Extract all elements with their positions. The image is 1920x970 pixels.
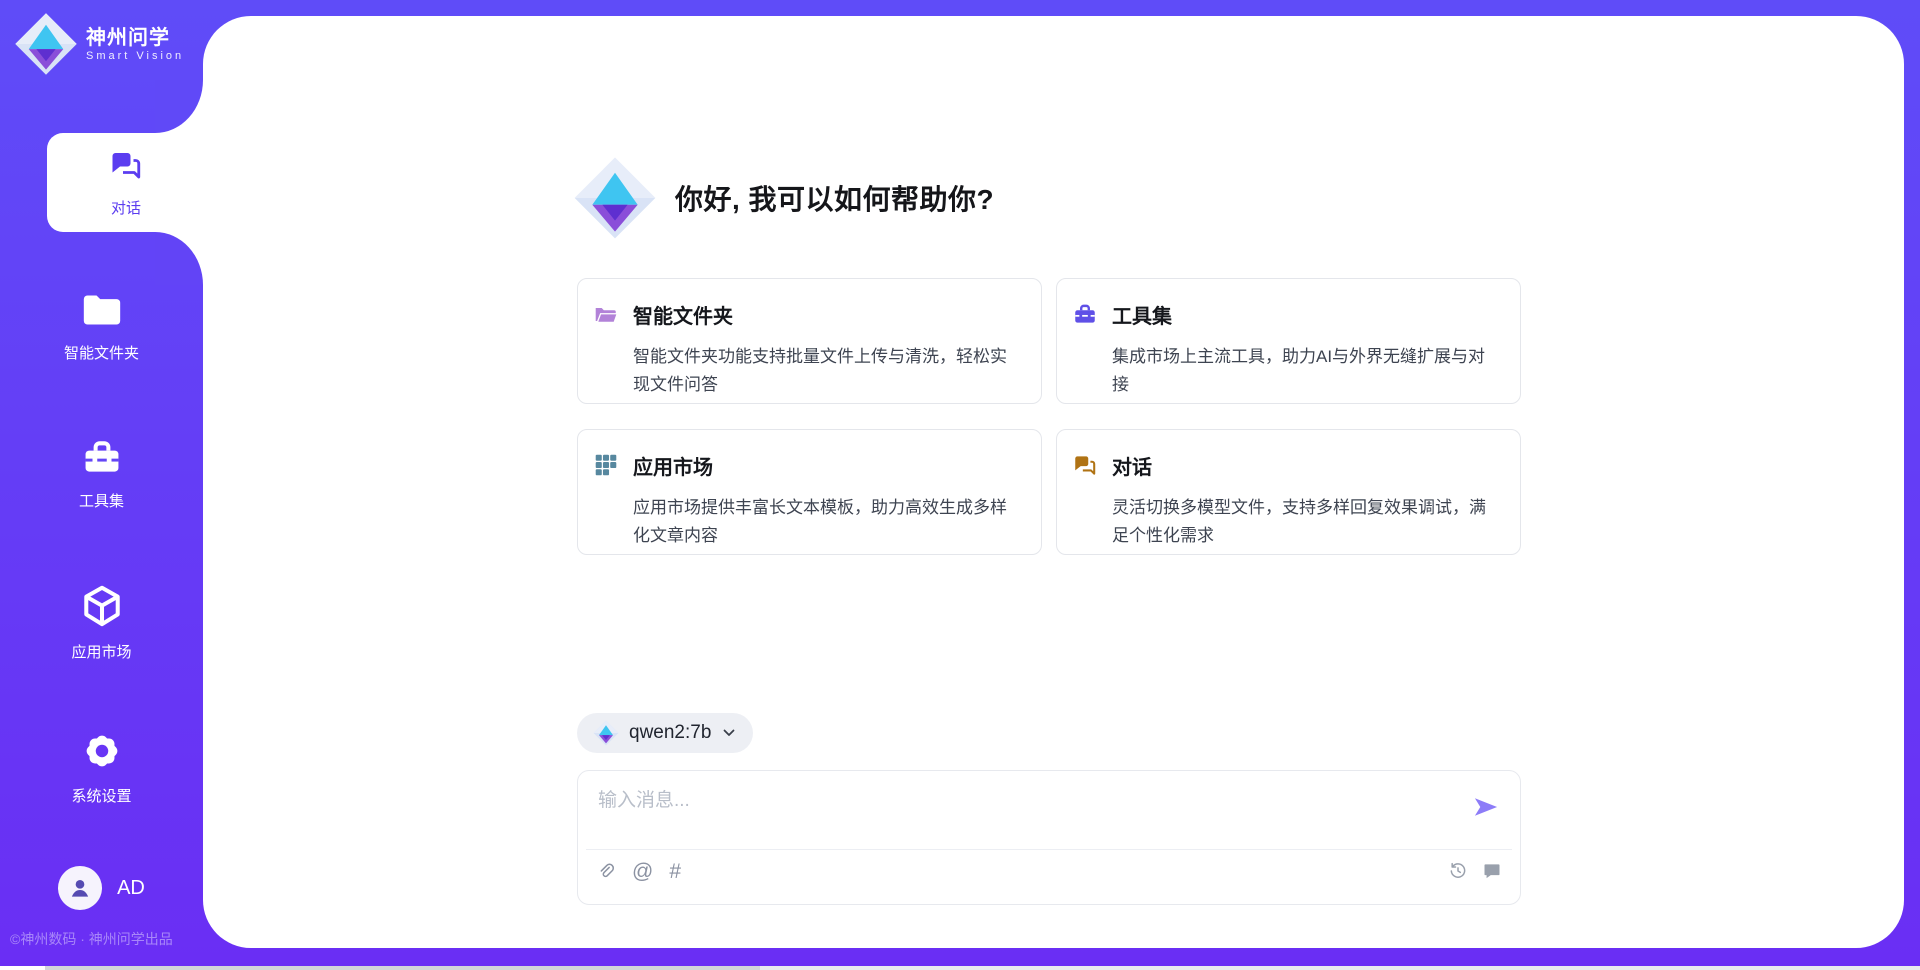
user-account[interactable]: AD <box>0 866 203 910</box>
card-title: 对话 <box>1112 451 1492 480</box>
brand-subtitle: Smart Vision <box>86 50 184 62</box>
greeting-text: 你好, 我可以如何帮助你? <box>675 178 994 218</box>
card-description: 集成市场上主流工具，助力AI与外界无缝扩展与对接 <box>1112 343 1492 404</box>
comment-icon[interactable] <box>1482 861 1502 881</box>
card-description: 智能文件夹功能支持批量文件上传与清洗，轻松实现文件问答 <box>633 343 1013 404</box>
composer-divider <box>586 849 1512 850</box>
screen-bottom-edge <box>0 966 1920 970</box>
brand-diamond-icon <box>14 12 78 76</box>
person-icon <box>67 875 93 901</box>
folder-open-icon <box>593 301 619 327</box>
sidebar-item-label: 系统设置 <box>0 785 203 806</box>
sidebar-item-toolset[interactable]: 工具集 <box>0 436 203 511</box>
composer-tools-left: @ # <box>596 861 681 883</box>
sidebar-item-smart-folder[interactable]: 智能文件夹 <box>0 290 203 363</box>
hashtag-icon[interactable]: # <box>669 861 681 883</box>
brand-title: 神州问学 <box>86 26 184 50</box>
card-title: 智能文件夹 <box>633 300 1013 329</box>
chat-bubbles-icon <box>1072 452 1098 478</box>
toolbox-icon <box>80 436 124 478</box>
chat-bubbles-icon <box>108 147 144 183</box>
chevron-down-icon <box>721 725 737 741</box>
card-app-market[interactable]: 应用市场 应用市场提供丰富长文本模板，助力高效生成多样化文章内容 <box>577 429 1042 555</box>
user-name: AD <box>117 877 145 900</box>
card-chat[interactable]: 对话 灵活切换多模型文件，支持多样回复效果调试，满足个性化需求 <box>1056 429 1521 555</box>
message-composer: @ # <box>577 770 1521 905</box>
feature-cards: 智能文件夹 智能文件夹功能支持批量文件上传与清洗，轻松实现文件问答 工具集 集成… <box>577 278 1521 555</box>
sidebar-item-label: 对话 <box>111 197 141 218</box>
sidebar: 神州问学 Smart Vision 对话 智能文件夹 工具集 <box>0 0 203 970</box>
toolbox-icon <box>1072 301 1098 327</box>
sidebar-item-label: 工具集 <box>0 490 203 511</box>
cube-icon <box>79 583 125 629</box>
sidebar-item-settings[interactable]: 系统设置 <box>0 729 203 806</box>
card-toolset[interactable]: 工具集 集成市场上主流工具，助力AI与外界无缝扩展与对接 <box>1056 278 1521 404</box>
mention-icon[interactable]: @ <box>632 861 653 883</box>
model-name: qwen2:7b <box>629 722 711 744</box>
card-description: 应用市场提供丰富长文本模板，助力高效生成多样化文章内容 <box>633 494 1013 555</box>
card-title: 应用市场 <box>633 451 1013 480</box>
greeting-diamond-icon <box>573 156 657 240</box>
gear-icon <box>80 729 124 773</box>
folder-icon <box>80 290 124 330</box>
card-description: 灵活切换多模型文件，支持多样回复效果调试，满足个性化需求 <box>1112 494 1492 555</box>
attachment-icon[interactable] <box>596 861 616 883</box>
main-panel: 你好, 我可以如何帮助你? 智能文件夹 智能文件夹功能支持批量文件上传与清洗，轻… <box>203 16 1904 948</box>
message-input[interactable] <box>598 785 1458 843</box>
sidebar-item-label: 智能文件夹 <box>0 342 203 363</box>
sidebar-item-chat[interactable]: 对话 <box>47 133 205 232</box>
send-icon[interactable] <box>1472 793 1500 821</box>
avatar <box>58 866 102 910</box>
sidebar-footer: ©神州数码 · 神州问学出品 <box>10 929 173 949</box>
sidebar-item-app-market[interactable]: 应用市场 <box>0 583 203 662</box>
card-title: 工具集 <box>1112 300 1492 329</box>
card-smart-folder[interactable]: 智能文件夹 智能文件夹功能支持批量文件上传与清洗，轻松实现文件问答 <box>577 278 1042 404</box>
sidebar-item-label: 应用市场 <box>0 641 203 662</box>
brand-logo: 神州问学 Smart Vision <box>14 12 184 76</box>
model-selector[interactable]: qwen2:7b <box>577 713 753 753</box>
composer-tools-right <box>1448 861 1502 881</box>
history-icon[interactable] <box>1448 861 1468 881</box>
greeting: 你好, 我可以如何帮助你? <box>573 156 994 240</box>
grid-cube-icon <box>593 452 619 478</box>
model-diamond-icon <box>593 720 619 746</box>
